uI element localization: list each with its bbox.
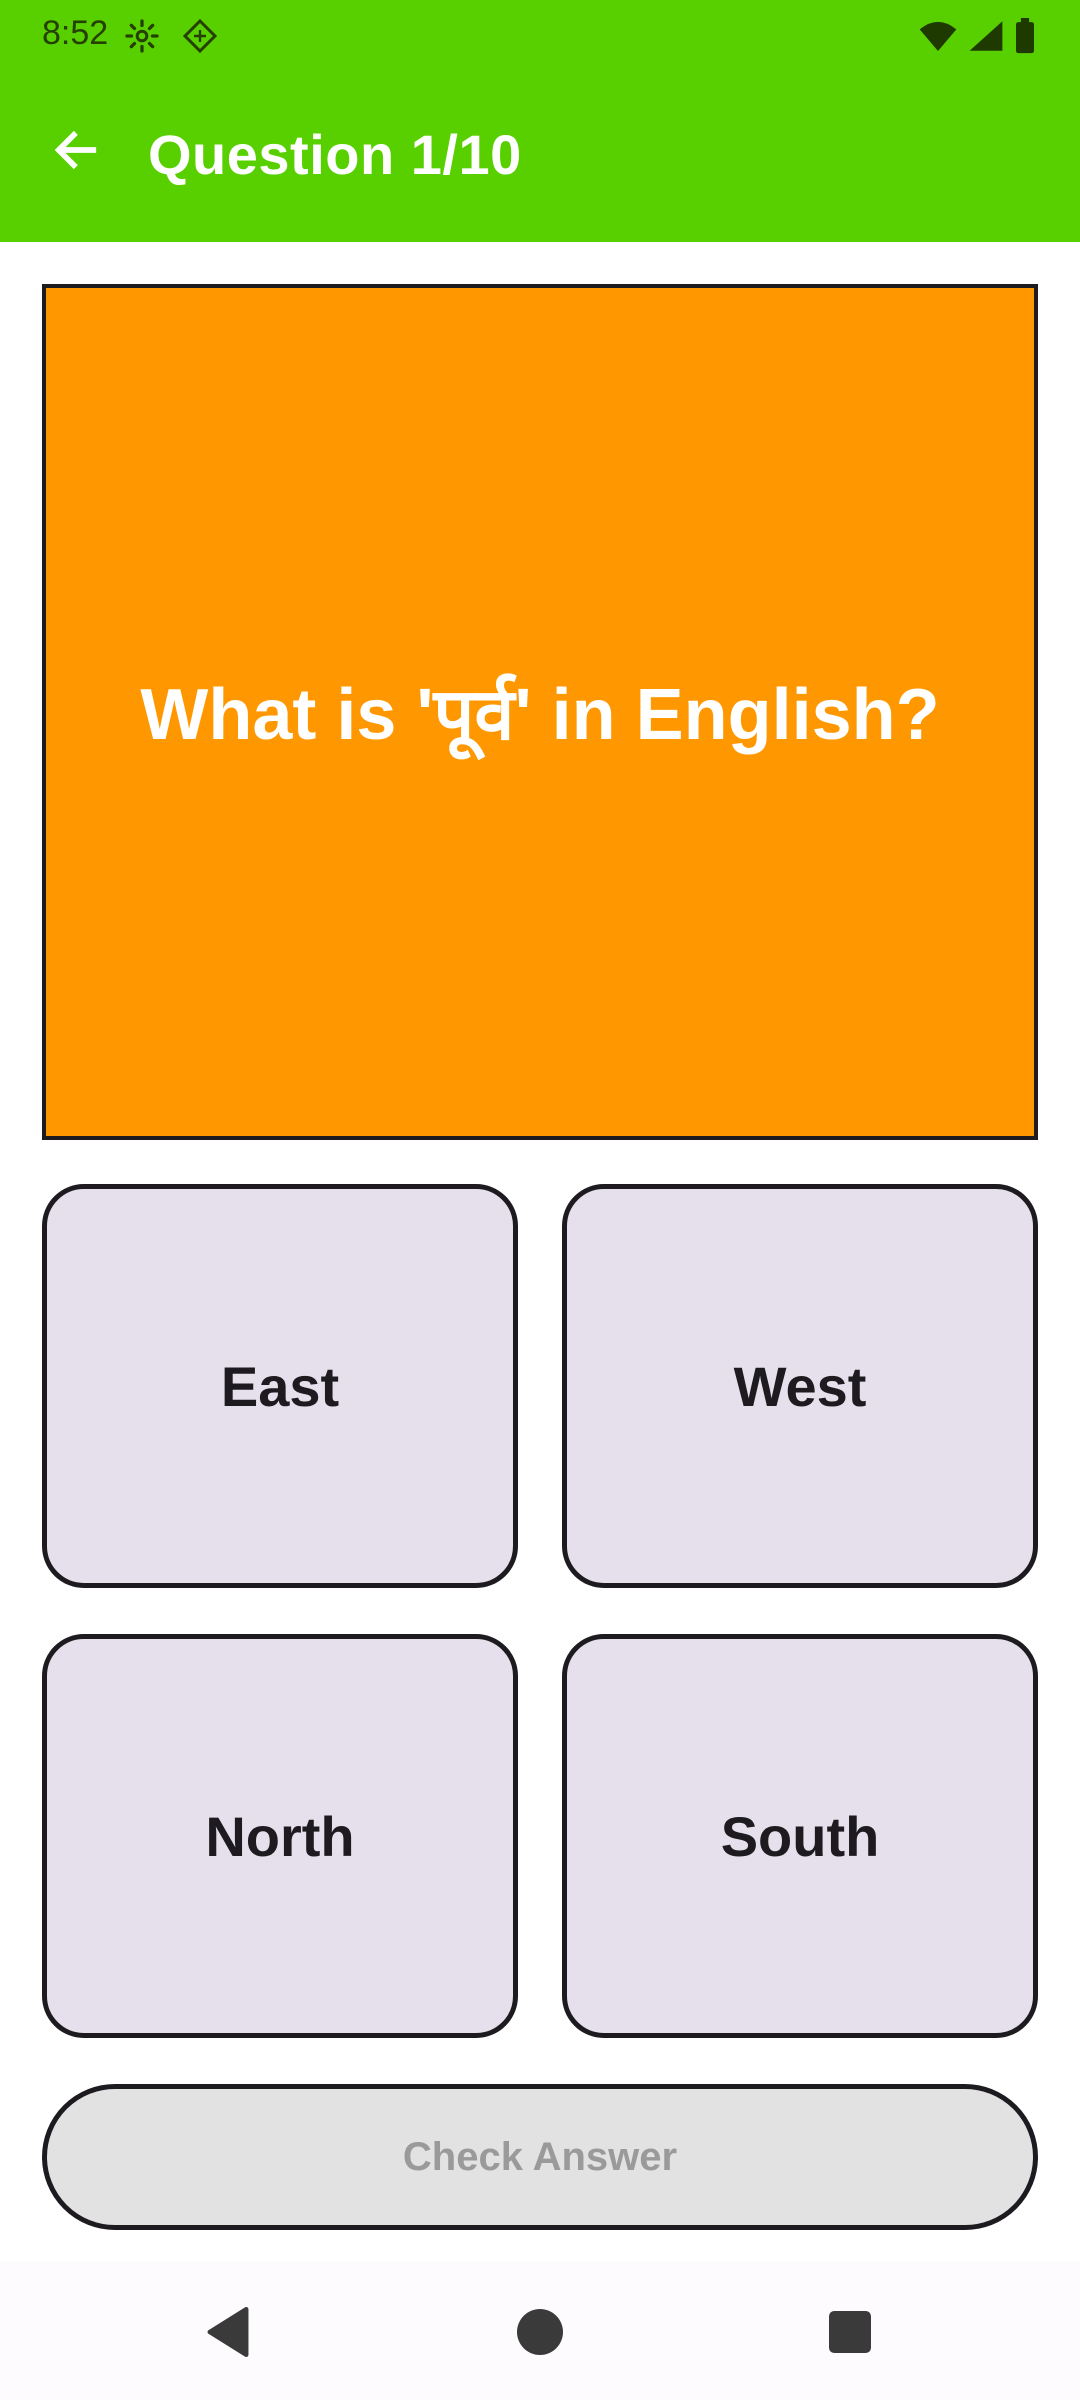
check-answer-button[interactable]: Check Answer (42, 2084, 1038, 2230)
nav-recents-icon (829, 2310, 871, 2358)
settings-icon (124, 18, 160, 59)
nav-home-icon (517, 2308, 563, 2360)
status-right-icons (918, 18, 1036, 59)
wifi-icon (918, 19, 958, 58)
nav-home-button[interactable] (512, 2306, 568, 2362)
nav-back-button[interactable] (200, 2306, 256, 2362)
option-label: East (220, 1354, 340, 1418)
option-north[interactable]: North (42, 1634, 518, 2038)
status-time: 8:52 (42, 14, 109, 52)
question-text: What is 'पूर्व' in English? (140, 675, 940, 755)
page-title: Question 1/10 (148, 123, 522, 186)
nav-back-icon (204, 2306, 252, 2362)
check-answer-label: Check Answer (402, 2134, 678, 2179)
option-label: South (720, 1804, 880, 1868)
option-east[interactable]: East (42, 1184, 518, 1588)
back-button[interactable] (38, 114, 114, 190)
question-card: What is 'पूर्व' in English? (42, 284, 1038, 1140)
option-label: West (733, 1354, 867, 1418)
navigation-bar (0, 2262, 1080, 2400)
option-west[interactable]: West (562, 1184, 1038, 1588)
battery-icon (1014, 18, 1036, 59)
status-bar: 8:52 (0, 0, 1080, 72)
status-left-icons (124, 18, 218, 59)
option-south[interactable]: South (562, 1634, 1038, 2038)
diamond-icon (182, 18, 218, 59)
arrow-left-icon (50, 124, 102, 181)
signal-icon (968, 19, 1004, 58)
nav-recents-button[interactable] (822, 2306, 878, 2362)
option-label: North (205, 1804, 355, 1868)
app-bar: Question 1/10 (0, 72, 1080, 242)
